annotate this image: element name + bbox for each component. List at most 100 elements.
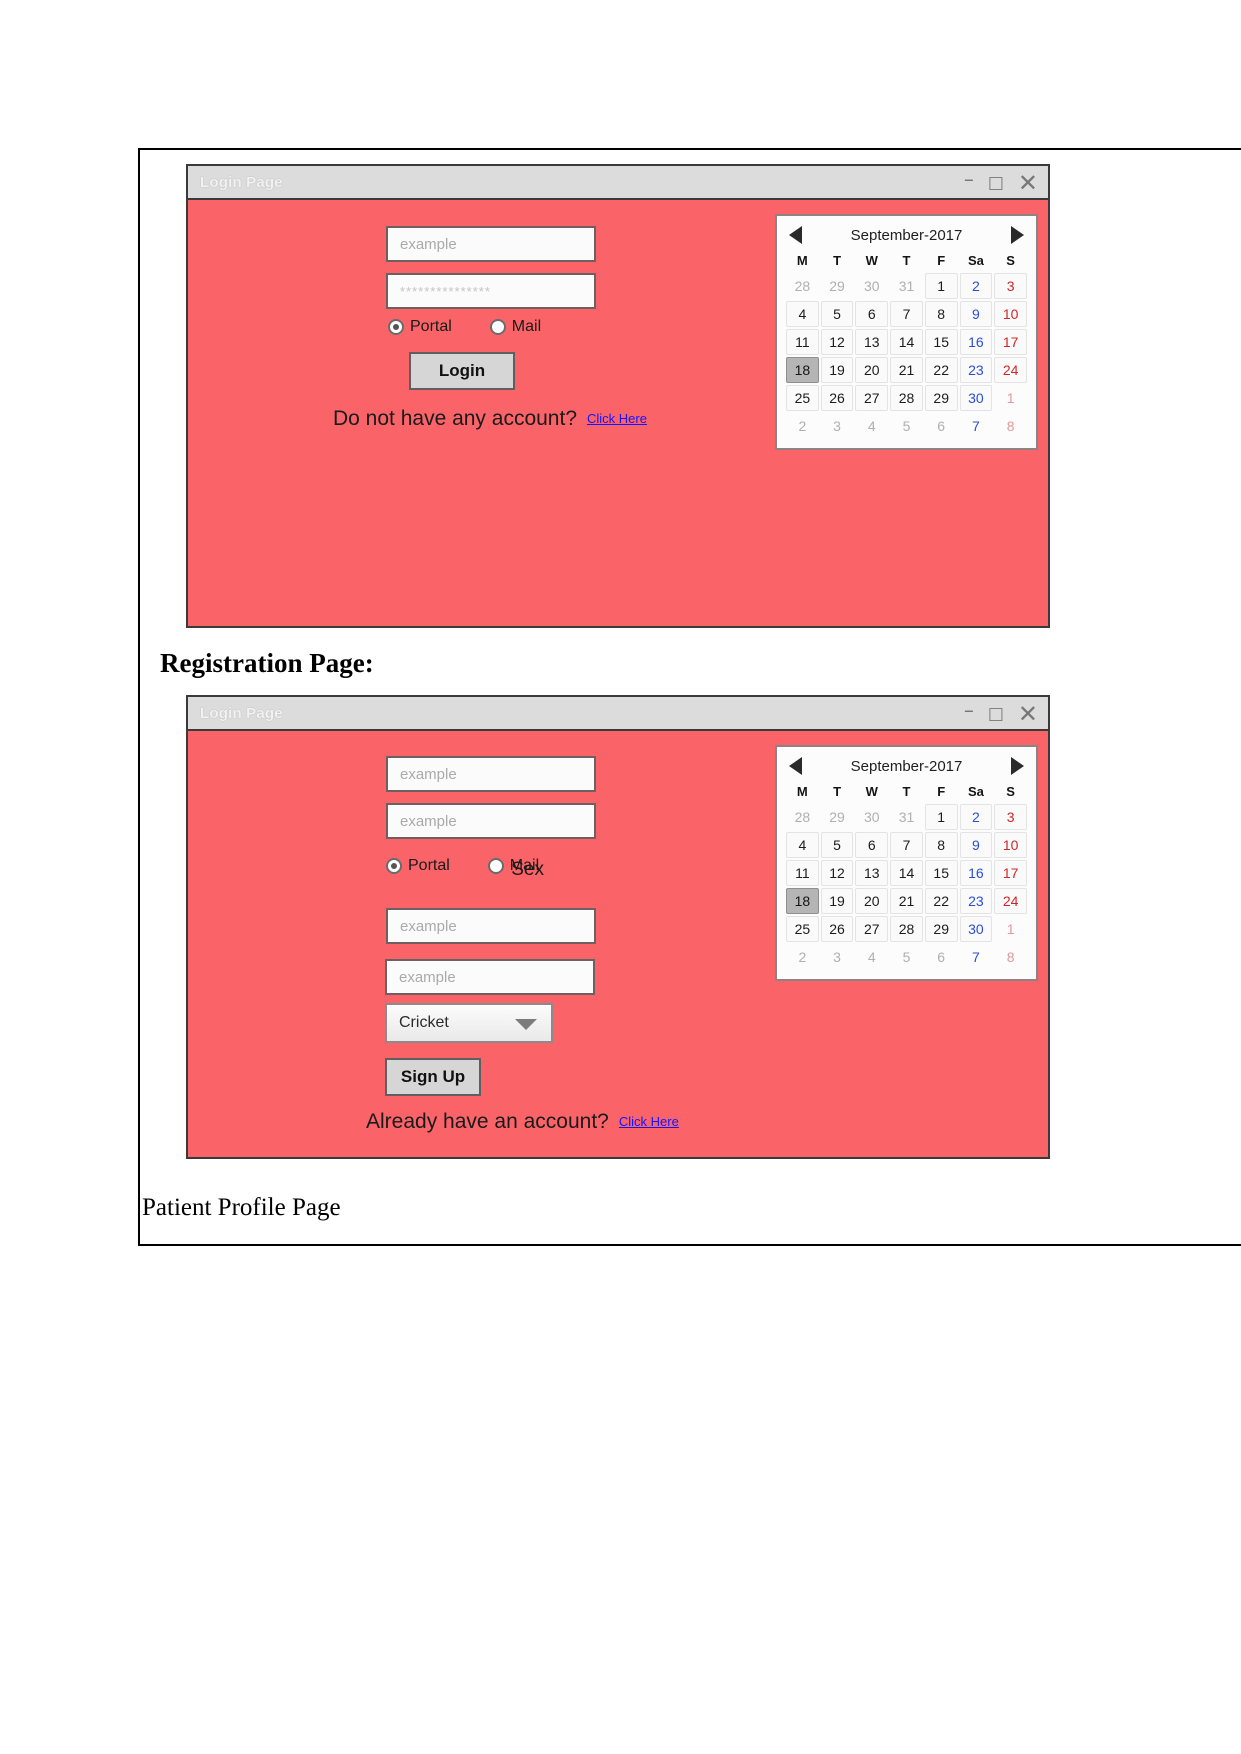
calendar-day[interactable]: 7 (890, 832, 923, 858)
email-address-input[interactable]: example (385, 959, 595, 995)
chevron-down-icon[interactable] (515, 1019, 537, 1030)
calendar-day[interactable]: 25 (786, 916, 819, 942)
calendar-day[interactable]: 9 (959, 301, 993, 327)
calendar-prev-month-icon[interactable] (789, 757, 802, 775)
calendar-day[interactable]: 5 (890, 944, 923, 970)
calendar-day[interactable]: 16 (959, 860, 993, 886)
calendar-day[interactable]: 1 (924, 273, 958, 299)
calendar-day[interactable]: 3 (994, 804, 1027, 830)
calendar-day[interactable]: 5 (820, 301, 854, 327)
calendar-day[interactable]: 6 (855, 301, 889, 327)
calendar-day[interactable]: 4 (855, 413, 888, 439)
sign-up-button[interactable]: Sign Up (385, 1058, 481, 1096)
calendar-day-selected[interactable]: 18 (786, 888, 819, 914)
calendar-day[interactable]: 27 (855, 916, 889, 942)
radio-mail-icon[interactable] (487, 858, 504, 874)
calendar-prev-month-icon[interactable] (789, 226, 802, 244)
select-sport-dropdown[interactable]: Cricket (385, 1003, 553, 1043)
calendar-day[interactable]: 7 (890, 301, 923, 327)
calendar-day[interactable]: 3 (821, 944, 854, 970)
calendar-day[interactable]: 29 (821, 273, 854, 299)
calendar-day[interactable]: 1 (994, 916, 1027, 942)
calendar-day[interactable]: 8 (994, 944, 1027, 970)
calendar-day[interactable]: 15 (924, 329, 958, 355)
calendar-day[interactable]: 17 (994, 860, 1027, 886)
login-calendar[interactable]: September-2017 M T W T F Sa S 28 29 30 31 1 2 3 4 5 6 7 8 9 1… (775, 214, 1038, 450)
login-link[interactable]: Click Here (619, 1114, 679, 1129)
calendar-day[interactable]: 17 (994, 329, 1027, 355)
calendar-day[interactable]: 8 (924, 301, 958, 327)
calendar-day[interactable]: 1 (924, 804, 958, 830)
calendar-day[interactable]: 15 (924, 860, 958, 886)
password-input[interactable]: *************** (386, 273, 596, 309)
calendar-day[interactable]: 13 (855, 329, 889, 355)
calendar-day[interactable]: 20 (855, 888, 889, 914)
calendar-day[interactable]: 11 (786, 329, 819, 355)
calendar-day[interactable]: 24 (994, 357, 1027, 383)
calendar-day[interactable]: 11 (786, 860, 819, 886)
minimize-icon[interactable]: – (964, 169, 974, 189)
calendar-next-month-icon[interactable] (1011, 226, 1024, 244)
calendar-day[interactable]: 25 (786, 385, 819, 411)
calendar-day[interactable]: 4 (855, 944, 888, 970)
calendar-day[interactable]: 19 (820, 357, 854, 383)
maximize-icon[interactable]: □ (988, 174, 1004, 192)
calendar-day[interactable]: 27 (855, 385, 889, 411)
calendar-day[interactable]: 30 (855, 273, 888, 299)
calendar-day[interactable]: 21 (890, 357, 923, 383)
calendar-day[interactable]: 19 (820, 888, 854, 914)
calendar-day[interactable]: 29 (924, 385, 958, 411)
calendar-day[interactable]: 29 (821, 804, 854, 830)
close-icon[interactable]: ✕ (1018, 702, 1038, 726)
radio-mail-icon[interactable] (489, 319, 506, 335)
calendar-day[interactable]: 2 (786, 413, 819, 439)
calendar-day[interactable]: 31 (890, 273, 923, 299)
calendar-day[interactable]: 21 (890, 888, 923, 914)
calendar-day[interactable]: 10 (994, 301, 1027, 327)
radio-portal-icon[interactable] (386, 858, 402, 874)
calendar-day[interactable]: 23 (959, 888, 993, 914)
calendar-day[interactable]: 23 (959, 357, 993, 383)
calendar-day[interactable]: 10 (994, 832, 1027, 858)
calendar-next-month-icon[interactable] (1011, 757, 1024, 775)
calendar-day[interactable]: 2 (786, 944, 819, 970)
calendar-day[interactable]: 6 (925, 413, 958, 439)
radio-option-mail[interactable]: Mail (489, 318, 541, 336)
registration-calendar[interactable]: September-2017 M T W T F Sa S 28 29 30 31 1 2 3 4 5 6 7 8 9 1… (775, 745, 1038, 981)
calendar-day[interactable]: 22 (924, 888, 958, 914)
calendar-day[interactable]: 26 (820, 385, 854, 411)
calendar-day[interactable]: 14 (890, 860, 923, 886)
calendar-day[interactable]: 30 (959, 916, 993, 942)
calendar-day[interactable]: 12 (820, 329, 854, 355)
calendar-day[interactable]: 22 (924, 357, 958, 383)
calendar-day[interactable]: 7 (960, 944, 993, 970)
calendar-day[interactable]: 8 (924, 832, 958, 858)
calendar-day[interactable]: 30 (959, 385, 993, 411)
minimize-icon[interactable]: – (964, 700, 974, 720)
member-name-input[interactable]: example (386, 756, 596, 792)
calendar-day[interactable]: 9 (959, 832, 993, 858)
calendar-day-selected[interactable]: 18 (786, 357, 819, 383)
maximize-icon[interactable]: □ (988, 705, 1004, 723)
contact-number-input[interactable]: example (386, 908, 596, 944)
calendar-day[interactable]: 8 (994, 413, 1027, 439)
calendar-day[interactable]: 6 (855, 832, 889, 858)
radio-option-portal[interactable]: Portal (386, 857, 450, 875)
calendar-day[interactable]: 30 (855, 804, 888, 830)
calendar-day[interactable]: 6 (925, 944, 958, 970)
calendar-day[interactable]: 24 (994, 888, 1027, 914)
calendar-day[interactable]: 5 (820, 832, 854, 858)
login-button[interactable]: Login (409, 352, 515, 390)
calendar-day[interactable]: 28 (890, 385, 923, 411)
calendar-day[interactable]: 3 (821, 413, 854, 439)
calendar-day[interactable]: 31 (890, 804, 923, 830)
radio-option-mail[interactable]: Mail (487, 857, 539, 875)
calendar-day[interactable]: 4 (786, 301, 819, 327)
address-input[interactable]: example (386, 803, 596, 839)
calendar-day[interactable]: 29 (924, 916, 958, 942)
calendar-day[interactable]: 5 (890, 413, 923, 439)
close-icon[interactable]: ✕ (1018, 171, 1038, 195)
calendar-day[interactable]: 28 (786, 273, 819, 299)
calendar-day[interactable]: 2 (959, 273, 993, 299)
calendar-day[interactable]: 28 (786, 804, 819, 830)
